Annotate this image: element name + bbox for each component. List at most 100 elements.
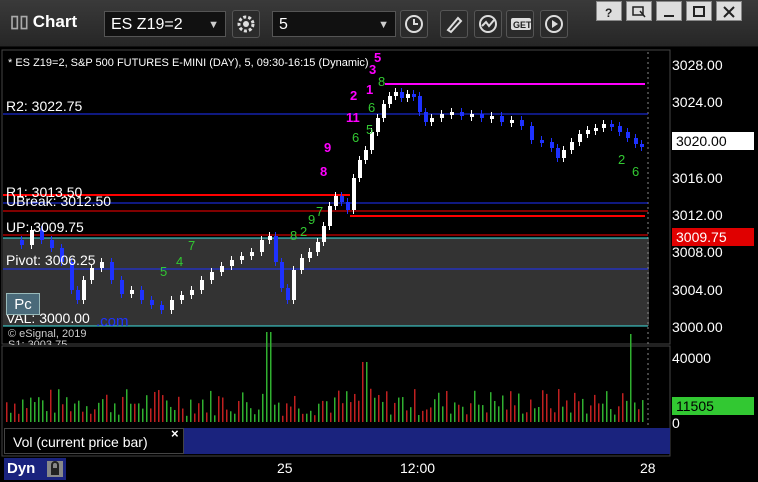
volume-bar	[130, 403, 132, 422]
get-button[interactable]: GET	[506, 10, 534, 38]
chevron-down-icon[interactable]: ▼	[208, 12, 219, 38]
volume-bar	[634, 402, 636, 422]
current-price-tag: 3020.00	[672, 132, 754, 150]
watermark-dotcom: .com	[96, 313, 129, 330]
volume-bar	[270, 332, 272, 422]
volume-bar	[522, 413, 524, 422]
count-label-magenta: 2	[350, 88, 357, 103]
pc-button[interactable]: Pc	[6, 293, 40, 315]
volume-bar	[582, 398, 584, 422]
candle	[430, 118, 434, 122]
volume-bar	[406, 410, 408, 422]
volume-bar	[358, 400, 360, 422]
s1-label-partial: S1: 3003.75	[8, 339, 68, 345]
time-button[interactable]	[400, 10, 428, 38]
interval-input[interactable]: 5 ▼	[272, 11, 396, 37]
count-label-green: 7	[316, 204, 323, 219]
settings-button[interactable]	[232, 10, 260, 38]
volume-bar	[350, 402, 352, 422]
candle	[586, 130, 590, 134]
candle	[500, 116, 504, 122]
volume-bar	[626, 400, 628, 422]
count-label-green: 6	[632, 164, 639, 179]
count-label-green: 5	[160, 264, 167, 279]
volume-bar	[46, 411, 48, 422]
study-button[interactable]	[474, 10, 502, 38]
price-tick: 3008.00	[672, 244, 723, 260]
candle	[510, 120, 514, 123]
volume-bar	[494, 400, 496, 422]
ubreak-label: UBreak: 3012.50	[6, 193, 112, 209]
volume-bar	[14, 403, 16, 422]
candle	[640, 144, 644, 147]
volume-bar	[622, 393, 624, 422]
candle	[556, 148, 560, 158]
volume-bar	[438, 392, 440, 422]
volume-bar	[70, 411, 72, 422]
volume-bar	[530, 399, 532, 422]
volume-bar	[558, 389, 560, 422]
volume-bar	[346, 391, 348, 422]
candle	[140, 290, 144, 300]
volume-bar	[282, 415, 284, 422]
minimize-button[interactable]	[656, 1, 682, 21]
volume-bar	[506, 409, 508, 422]
volume-bar	[390, 414, 392, 422]
volume-bar	[642, 400, 644, 422]
candle	[160, 305, 164, 310]
link-button[interactable]	[626, 1, 652, 21]
volume-bar	[550, 408, 552, 422]
minimize-icon	[664, 15, 674, 17]
volume-bar	[570, 412, 572, 422]
volume-bar	[606, 391, 608, 422]
candle	[76, 290, 80, 300]
volume-bar	[154, 391, 156, 422]
volume-bar	[630, 334, 632, 422]
volume-bar	[122, 396, 124, 422]
candle	[292, 270, 296, 300]
dynamic-button[interactable]: Dyn	[4, 458, 66, 480]
volume-bar	[170, 406, 172, 422]
candle	[286, 288, 290, 300]
candle	[562, 150, 566, 158]
volume-bar	[362, 362, 364, 422]
candle	[412, 94, 416, 97]
maximize-button[interactable]	[686, 1, 712, 21]
help-button[interactable]: ?	[596, 1, 622, 21]
study-icon	[479, 15, 497, 33]
candle	[268, 236, 272, 240]
pivot-label: Pivot: 3006.25	[6, 252, 96, 268]
volume-bar	[310, 410, 312, 422]
count-label-magenta: 3	[369, 62, 376, 77]
vol-tick: 0	[672, 415, 680, 431]
close-button[interactable]	[716, 1, 742, 21]
close-icon[interactable]: ×	[171, 426, 179, 441]
grip-icon[interactable]: ▯▯	[10, 12, 29, 31]
candle	[300, 258, 304, 270]
price-chart[interactable]: 531211988656792874526	[0, 46, 758, 482]
candle	[450, 112, 454, 115]
candle	[274, 236, 278, 262]
candle	[610, 124, 614, 127]
play-button[interactable]	[540, 10, 568, 38]
vol-label-text: Vol (current price bar)	[13, 434, 148, 450]
interval-value: 5	[279, 16, 288, 33]
volume-bar	[342, 403, 344, 422]
candle	[400, 92, 404, 98]
candle	[394, 92, 398, 96]
draw-button[interactable]	[440, 10, 468, 38]
chevron-down-icon[interactable]: ▼	[378, 12, 389, 38]
symbol-input[interactable]: ES Z19=2 ▼	[104, 11, 226, 37]
candle	[540, 140, 544, 143]
candle	[634, 138, 638, 144]
volume-bar	[502, 395, 504, 422]
volume-bar	[90, 413, 92, 422]
volume-bar	[426, 409, 428, 422]
volume-bar	[490, 392, 492, 422]
dyn-label: Dyn	[7, 460, 36, 477]
volume-bar	[162, 395, 164, 422]
volume-bar	[246, 402, 248, 422]
volume-bar	[354, 393, 356, 422]
volume-bar	[462, 406, 464, 422]
volume-bar	[594, 394, 596, 422]
